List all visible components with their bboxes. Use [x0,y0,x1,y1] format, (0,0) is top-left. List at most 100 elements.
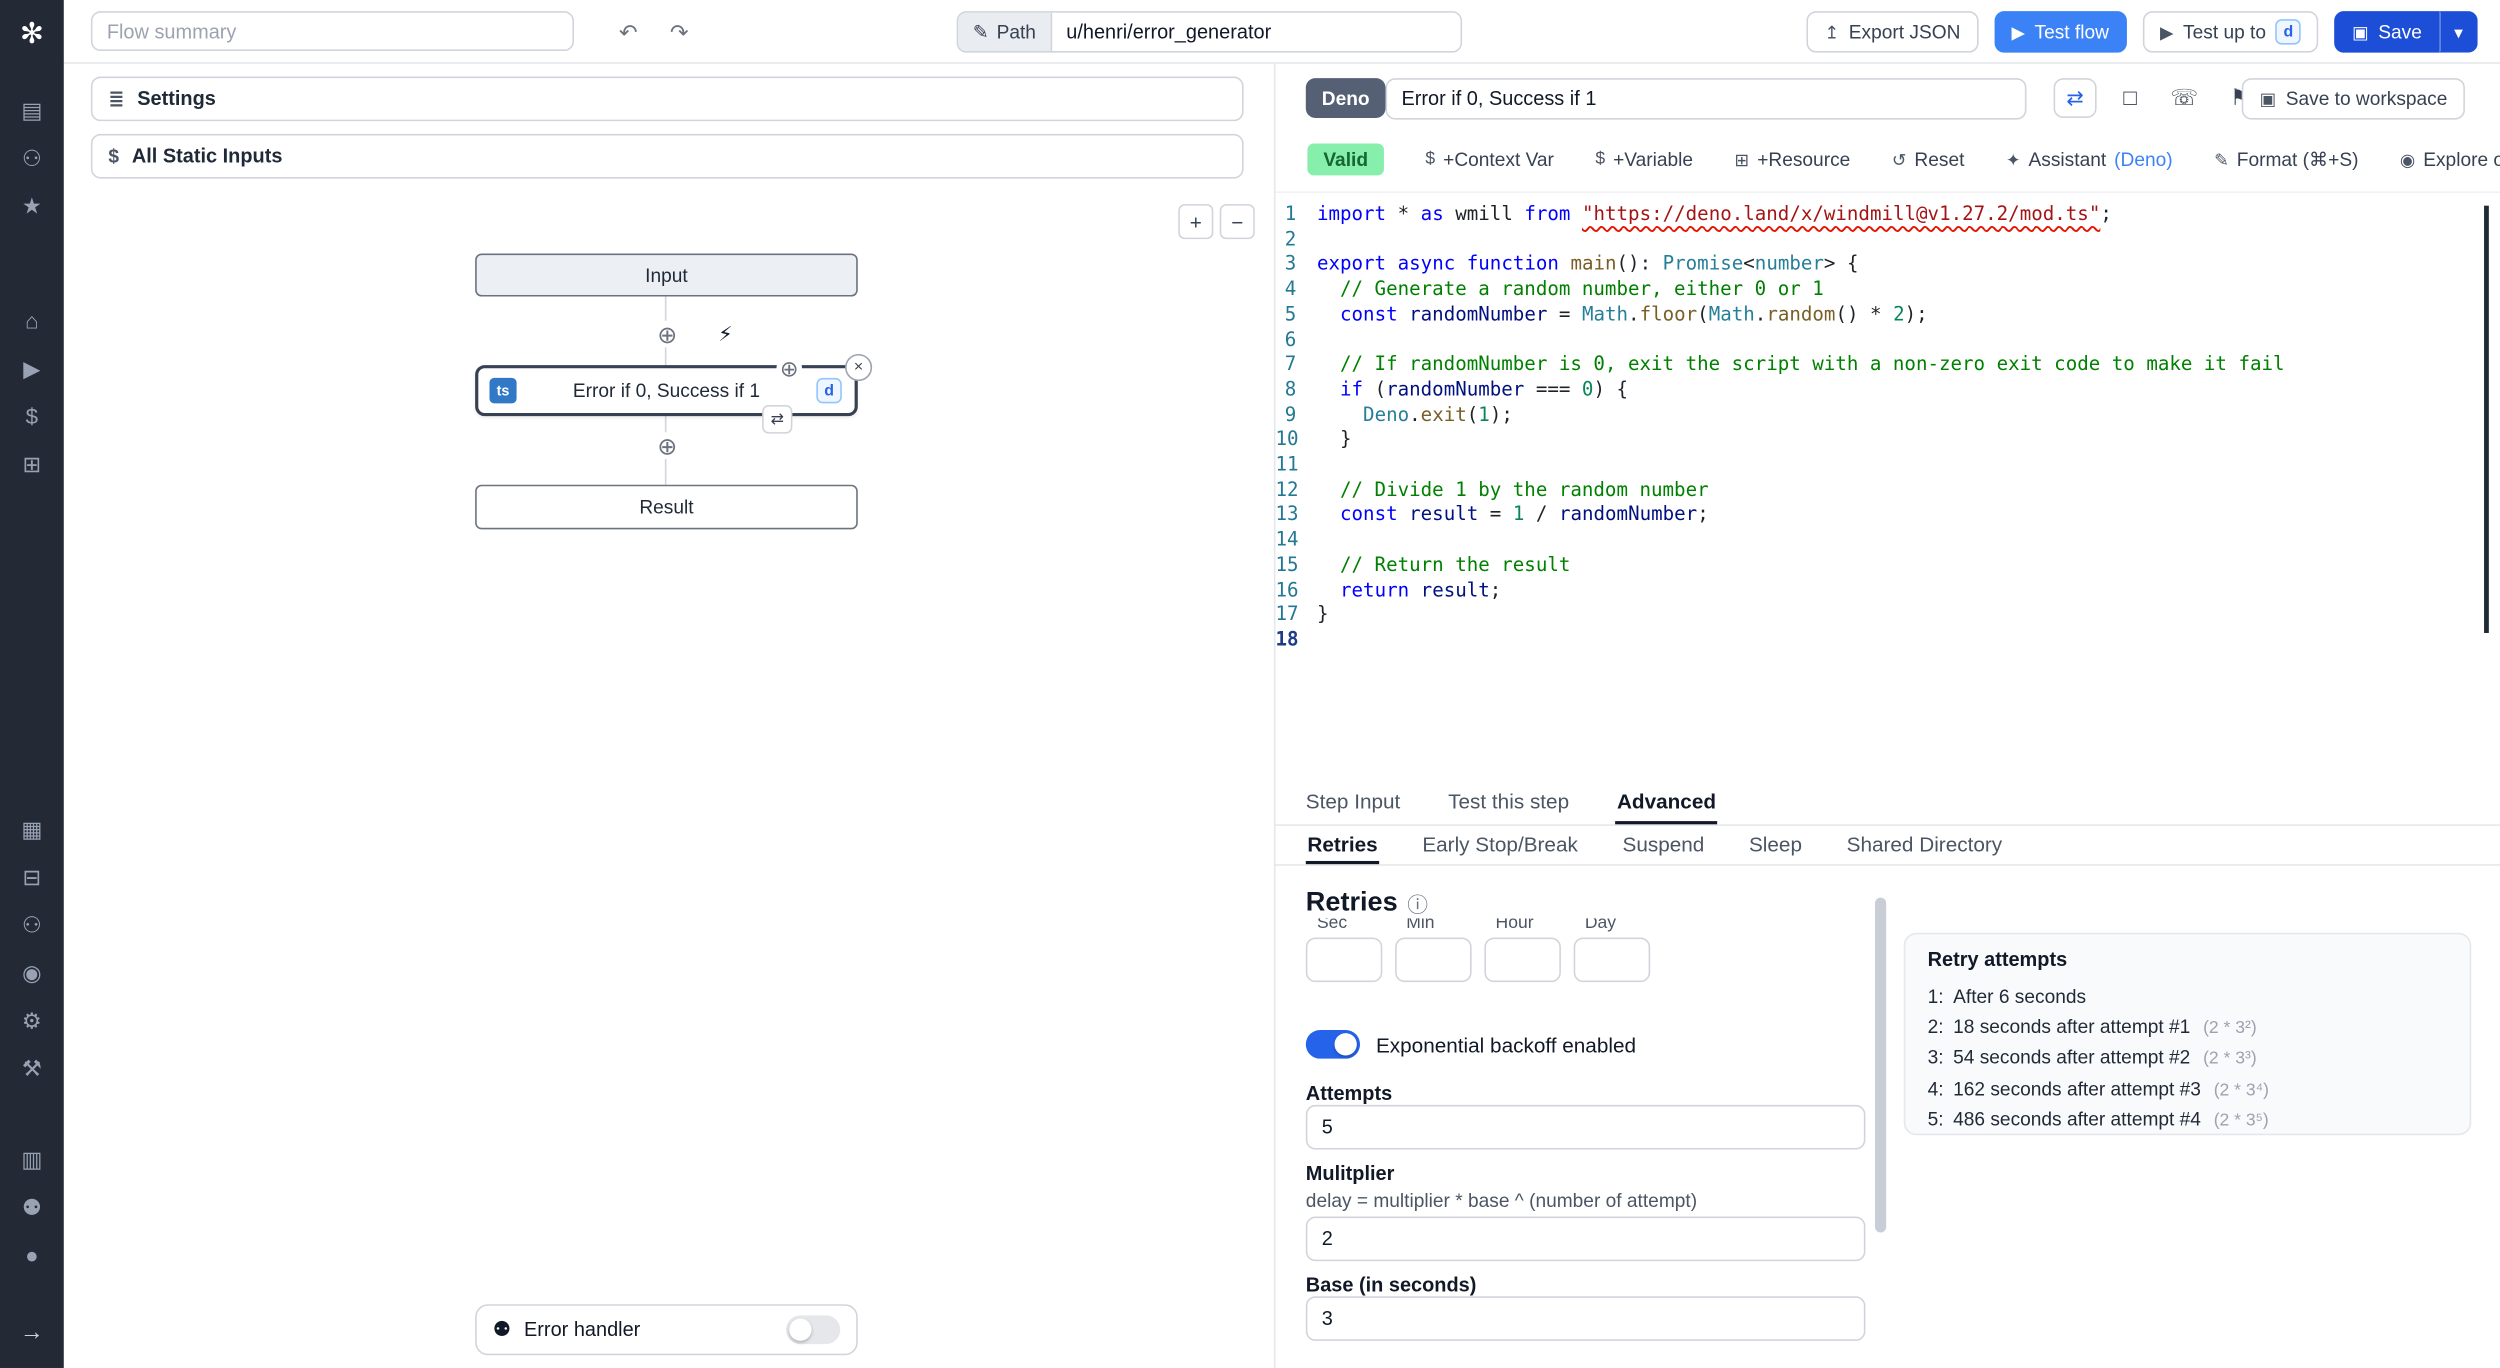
retry-attempt-row: 5: 486 seconds after attempt #4 (2 * 3⁵) [1927,1108,2269,1131]
test-flow-label: Test flow [2034,20,2109,44]
docs-icon[interactable]: ▥ [0,1135,64,1183]
square-icon[interactable]: □ [2113,80,2148,115]
favorites-icon[interactable]: ★ [0,182,64,230]
runs-icon[interactable]: ▶ [0,344,64,392]
toolbar-format-button[interactable]: ✎ Format (⌘+S) [2214,148,2358,170]
retry-min-input[interactable] [1395,937,1472,983]
multiplier-input[interactable] [1305,1216,1866,1262]
path-input[interactable] [1051,12,1461,52]
step-title-input[interactable] [1385,78,2027,120]
path-edit-button[interactable]: ✎ Path [958,12,1052,52]
toolbar-variable-button[interactable]: $ +Variable [1595,148,1693,170]
settings-icon[interactable]: ⚙ [0,996,64,1044]
export-json-label: Export JSON [1848,20,1961,44]
reset-icon: ↺ [1891,150,1907,170]
exponential-backoff-row: Exponential backoff enabled [1305,1029,1636,1059]
flow-node-result[interactable]: Result [475,484,858,530]
scrollbar-thumb[interactable] [1875,897,1887,1233]
toolbar-reset-button[interactable]: ↺ Reset [1892,148,1965,170]
left-rail: ✻ ▤ ⚇ ★ ⌂ ▶ $ ⊞ ▦ ⊟ ⚇ ◉ ⚙ ⚒ ▥ ⚉ ● → [0,0,64,1368]
dollar-icon: $ [108,145,120,168]
all-static-inputs-label: All Static Inputs [131,145,283,168]
folders-icon[interactable]: ⊟ [0,853,64,901]
step-tabs: Step Input Test this step Advanced [1275,781,2500,826]
insert-step-icon[interactable]: ⊕ [653,320,681,348]
save-button[interactable]: ▣ Save [2334,11,2440,53]
resources-icon[interactable]: ⊞ [0,440,64,488]
toolbar-resource-button[interactable]: ⊞ +Resource [1735,148,1851,170]
undo-button[interactable]: ↶ [609,14,647,49]
variables-icon[interactable]: $ [0,392,64,440]
tab-test-this-step[interactable]: Test this step [1447,781,1571,824]
redo-button[interactable]: ↷ [660,14,698,49]
time-label-day: Day [1584,918,1617,933]
tab-step-input[interactable]: Step Input [1304,781,1402,824]
save-dropdown-button[interactable]: ▾ [2439,11,2478,53]
pencil-icon: ✎ [972,20,989,44]
github-icon[interactable]: ● [0,1231,64,1279]
code-line: 5 const randomNumber = Math.floor(Math.r… [1276,303,2500,328]
time-label-hour: Hour [1495,918,1534,933]
trigger-bolt-icon[interactable]: ⚡ [712,322,739,348]
all-static-inputs-button[interactable]: $ All Static Inputs [90,133,1244,179]
save-label: Save [2378,20,2422,44]
save-to-workspace-button[interactable]: ▣ Save to workspace [2242,78,2465,120]
apps-icon[interactable]: ▤ [0,86,64,134]
tab-advanced[interactable]: Advanced [1615,781,1718,825]
schedules-icon[interactable]: ▦ [0,805,64,853]
toolbar-explore-button[interactable]: ◉Explore other s [2400,148,2500,170]
line-number: 12 [1275,477,1299,501]
webhook-phone-icon[interactable]: ☏ [2167,80,2202,115]
groups-icon[interactable]: ⚇ [0,901,64,949]
toolbar-assistant-button[interactable]: ✦ Assistant (Deno) [2006,148,2173,170]
code-line: 18 [1276,628,2500,653]
audit-logs-icon[interactable]: ◉ [0,949,64,997]
retry-indicator-icon[interactable]: ⇄ [762,404,793,434]
info-icon[interactable]: ⓘ [1407,887,1428,917]
zoom-out-button[interactable]: − [1219,204,1255,240]
flow-summary-input[interactable] [90,11,574,52]
toggle-knob [1334,1033,1357,1056]
test-flow-button[interactable]: ▶ Test flow [1993,11,2127,53]
flow-graph-panel: ≣ Settings $ All Static Inputs + − Input… [63,63,1276,1368]
retry-sec-input[interactable] [1305,937,1383,983]
flow-node-input[interactable]: Input [475,253,858,297]
retry-day-input[interactable] [1573,937,1651,983]
home-icon[interactable]: ⌂ [0,297,64,345]
windmill-logo-icon[interactable]: ✻ [0,13,64,54]
export-json-button[interactable]: ↥ Export JSON [1806,11,1978,53]
test-up-to-button[interactable]: ▶ Test up to d [2142,11,2319,53]
subtab-sleep[interactable]: Sleep [1747,827,1803,864]
subtab-retries[interactable]: Retries [1305,827,1380,865]
expand-sidebar-icon[interactable]: → [0,1311,64,1352]
step-id-badge: d [2275,19,2302,45]
subtab-shared-directory[interactable]: Shared Directory [1845,827,2004,864]
exponential-backoff-toggle[interactable] [1305,1029,1361,1059]
code-line: 3 export async function main(): Promise<n… [1276,253,2500,278]
subtab-early-stop-break[interactable]: Early Stop/Break [1421,827,1580,864]
insert-step-icon[interactable]: ⊕ [653,432,681,460]
code-line: 8 if (randomNumber === 0) { [1276,378,2500,403]
retry-hour-input[interactable] [1484,937,1561,983]
restart-loop-icon[interactable]: ⇄ [2053,78,2097,118]
zoom-in-button[interactable]: + [1178,204,1214,240]
user-icon[interactable]: ⚇ [0,134,64,182]
input-node-label: Input [645,263,688,287]
assistant-icon: ✦ [2005,150,2021,170]
attempts-input[interactable] [1305,1104,1866,1150]
code-line: 16 return result; [1276,578,2500,603]
workers-icon[interactable]: ⚒ [0,1044,64,1092]
discord-icon[interactable]: ⚉ [0,1183,64,1231]
error-handler-toggle[interactable] [786,1315,841,1345]
line-number: 2 [1284,227,1297,250]
move-step-icon[interactable]: ⊕ [776,355,802,382]
subtab-suspend[interactable]: Suspend [1621,827,1706,864]
base-input[interactable] [1305,1296,1866,1341]
flow-settings-button[interactable]: ≣ Settings [90,76,1244,122]
base-label: Base (in seconds) [1305,1273,1477,1297]
play-icon: ▶ [2011,23,2025,43]
code-editor[interactable]: 1 import * as wmill from "https://deno.la… [1275,191,2500,782]
toolbar-context-var-button[interactable]: $ +Context Var [1425,148,1554,170]
code-line: 12 // Divide 1 by the random number [1276,478,2500,503]
delete-step-icon[interactable]: × [845,353,873,382]
